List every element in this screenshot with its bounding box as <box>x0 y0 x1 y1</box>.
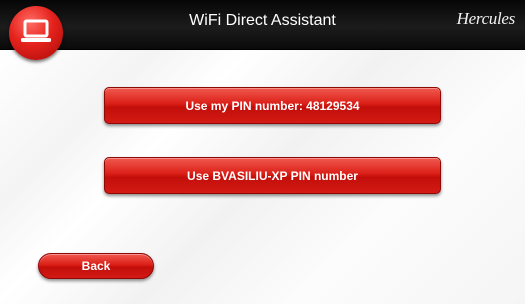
title-bar: WiFi Direct Assistant Hercules <box>0 0 525 50</box>
back-button[interactable]: Back <box>38 253 154 279</box>
laptop-icon <box>9 6 63 60</box>
window-title: WiFi Direct Assistant <box>189 12 336 29</box>
use-my-pin-button[interactable]: Use my PIN number: 48129534 <box>104 87 441 124</box>
use-other-pin-button[interactable]: Use BVASILIU-XP PIN number <box>104 157 441 194</box>
brand-logo: Hercules <box>456 9 516 28</box>
wifi-direct-assistant-window: WiFi Direct Assistant Hercules Use my PI… <box>0 0 525 304</box>
